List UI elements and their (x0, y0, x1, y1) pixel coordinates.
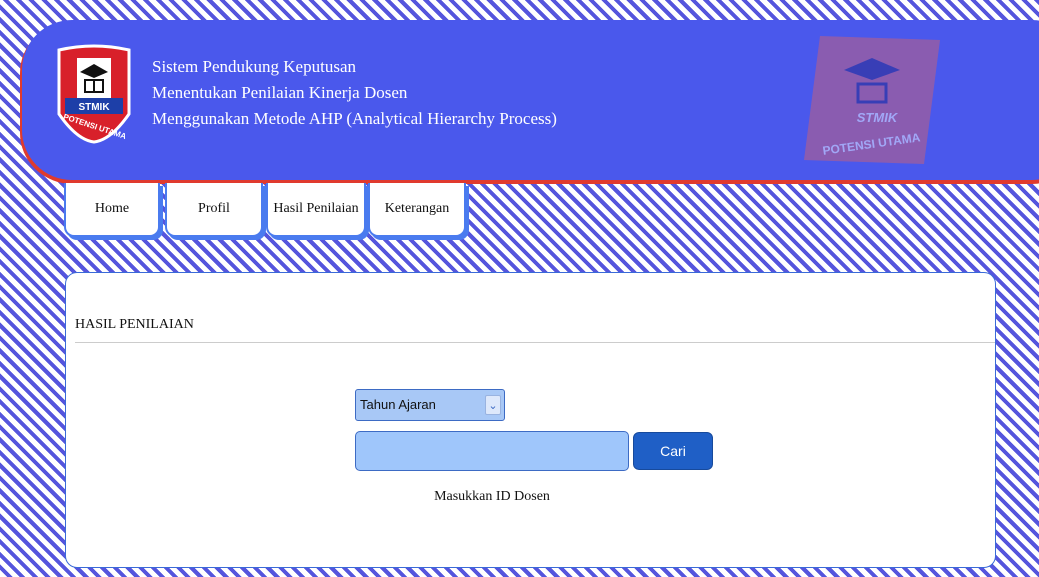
title-divider (75, 342, 995, 343)
dosen-id-input[interactable] (355, 431, 629, 471)
header-line-1: Sistem Pendukung Keputusan (152, 57, 356, 76)
cari-button[interactable]: Cari (633, 432, 713, 470)
nav-home[interactable]: Home (64, 183, 160, 237)
tahun-ajaran-select[interactable]: Tahun Ajaran ⌄ (355, 389, 505, 421)
nav-profil[interactable]: Profil (165, 183, 263, 237)
nav-keterangan[interactable]: Keterangan (368, 183, 466, 237)
input-hint: Masukkan ID Dosen (434, 489, 550, 504)
header-title: Sistem Pendukung Keputusan Menentukan Pe… (152, 54, 557, 132)
header-line-2: Menentukan Penilaian Kinerja Dosen (152, 83, 408, 102)
header-line-3: Menggunakan Metode AHP (Analytical Hiera… (152, 109, 557, 128)
chevron-down-icon[interactable]: ⌄ (485, 395, 501, 415)
nav-hasil-penilaian[interactable]: Hasil Penilaian (266, 183, 366, 237)
page-title: HASIL PENILAIAN (75, 317, 194, 332)
watermark-stmik-text: STMIK (857, 110, 899, 125)
header-banner: STMIK POTENSI UTAMA Sistem Pendukung Kep… (22, 20, 1039, 180)
stmik-logo-watermark: STMIK POTENSI UTAMA (792, 30, 952, 170)
stmik-logo: STMIK POTENSI UTAMA (51, 44, 137, 144)
logo-stmik-text: STMIK (78, 102, 110, 113)
select-value: Tahun Ajaran (360, 397, 436, 412)
content-panel: HASIL PENILAIAN Tahun Ajaran ⌄ Cari Masu… (65, 272, 996, 568)
